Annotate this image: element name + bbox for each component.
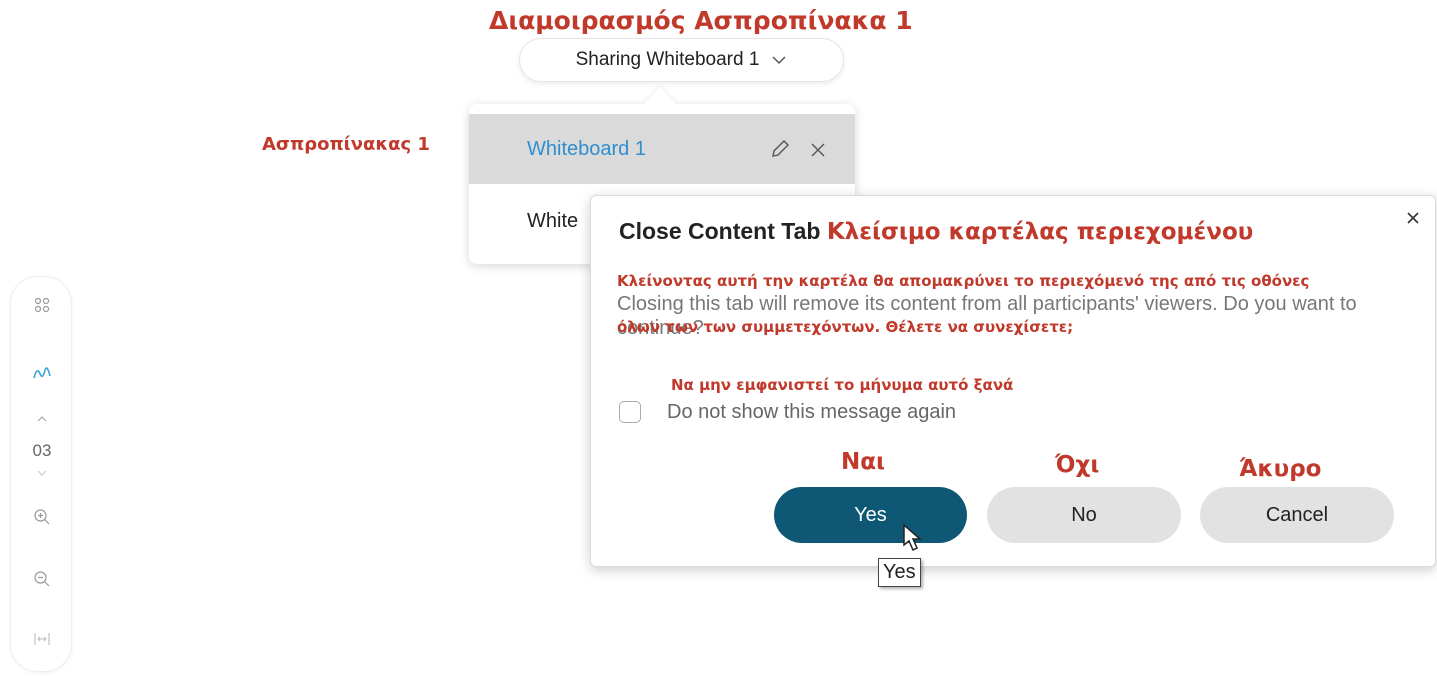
chevron-down-icon[interactable] [11,467,73,479]
no-button[interactable]: No [987,487,1181,543]
chevron-up-icon[interactable] [11,411,73,427]
close-icon[interactable] [809,138,827,160]
yes-tooltip: Yes [878,558,921,587]
chevron-down-icon [772,56,786,65]
yes-button[interactable]: Yes [774,487,967,543]
sharing-label: Sharing Whiteboard 1 [575,49,760,70]
page-number: 03 [32,441,52,460]
close-icon[interactable] [1403,208,1423,228]
close-content-tab-dialog: Close Content Tab Κλείσιμο καρτέλας περι… [590,195,1436,567]
dropdown-item-label: Whiteboard 1 [527,137,646,160]
sharing-dropdown-button[interactable]: Sharing Whiteboard 1 [519,38,844,82]
annotation-title: Κλείσιμο καρτέλας περιεχομένου [826,219,1254,245]
annotation-checkbox: Να μην εμφανιστεί το μήνυμα αυτό ξανά [671,376,1014,394]
whiteboard-toolbar: 03 [10,276,72,672]
annotation-sharing: Διαμοιρασμός Ασπροπίνακα 1 [489,6,913,35]
annotation-body-line1: Κλείνοντας αυτή την καρτέλα θα απομακρύν… [617,272,1310,290]
dropdown-item-whiteboard-1[interactable]: Whiteboard 1 [469,114,855,184]
dont-show-again-label[interactable]: Do not show this message again [667,401,956,424]
pencil-icon[interactable] [769,138,791,160]
dialog-title-text: Close Content Tab [619,218,821,244]
zoom-in-icon[interactable] [11,505,73,529]
cancel-button[interactable]: Cancel [1200,487,1394,543]
dialog-title: Close Content Tab Κλείσιμο καρτέλας περι… [619,218,1253,245]
mouse-cursor-icon [903,523,922,552]
zoom-out-icon[interactable] [11,567,73,591]
annotation-whiteboard1: Ασπροπίνακας 1 [262,134,430,155]
annotation-cancel: Άκυρο [1239,456,1322,482]
pen-icon[interactable] [11,361,73,385]
dropdown-item-label: White [527,209,579,232]
grid-icon[interactable] [11,293,73,317]
dont-show-again-checkbox[interactable] [619,401,641,423]
fit-width-icon[interactable] [11,627,73,651]
annotation-yes: Ναι [841,449,886,475]
annotation-no: Όχι [1055,452,1100,478]
annotation-body-line2: όλων των των συμμετεχόντων. Θέλετε να συ… [617,318,1074,336]
